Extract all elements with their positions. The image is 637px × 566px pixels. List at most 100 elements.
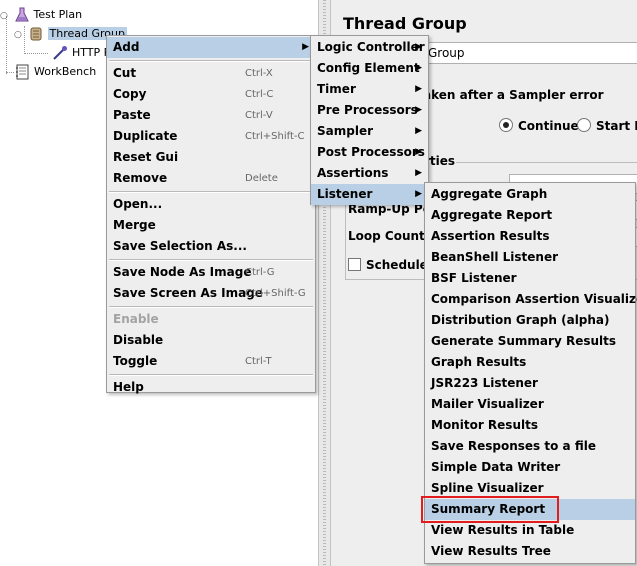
scheduler-checkbox[interactable]: Scheduler <box>348 258 434 272</box>
menu-item-paste[interactable]: Paste Ctrl-V <box>107 105 315 126</box>
menu-item-label: Add <box>113 40 140 54</box>
menu-item-shortcut: Ctrl-V <box>245 110 273 121</box>
menu-item-assertion-results[interactable]: Assertion Results <box>425 226 635 247</box>
tree-node-http-request[interactable]: HTTP R <box>52 44 111 62</box>
menu-item-shortcut: Ctrl+Shift-G <box>245 288 306 299</box>
menu-item-remove[interactable]: Remove Delete <box>107 168 315 189</box>
menu-item-label: Comparison Assertion Visualizer <box>431 292 637 306</box>
menu-item-label: Listener <box>317 187 373 201</box>
menu-item-label: Post Processors <box>317 145 425 159</box>
menu-item-label: Simple Data Writer <box>431 460 561 474</box>
menu-item-logic-controller[interactable]: Logic Controller ▶ <box>311 37 428 58</box>
menu-item-view-results-in-table[interactable]: View Results in Table <box>425 520 635 541</box>
menu-item-view-results-tree[interactable]: View Results Tree <box>425 541 635 562</box>
menu-item-disable[interactable]: Disable <box>107 330 315 351</box>
menu-separator <box>109 191 313 193</box>
menu-item-label: Disable <box>113 333 164 347</box>
menu-item-distribution-graph-alpha[interactable]: Distribution Graph (alpha) <box>425 310 635 331</box>
loop-count-label: Loop Count: <box>348 229 430 243</box>
menu-item-shortcut: Ctrl+Shift-C <box>245 131 305 142</box>
radio-continue[interactable]: Continue <box>499 118 579 133</box>
menu-item-label: Assertion Results <box>431 229 550 243</box>
menu-item-label: Spline Visualizer <box>431 481 544 495</box>
menu-item-aggregate-report[interactable]: Aggregate Report <box>425 205 635 226</box>
menu-item-label: Graph Results <box>431 355 527 369</box>
menu-item-label: Logic Controller <box>317 40 425 54</box>
menu-item-label: Duplicate <box>113 129 178 143</box>
menu-item-label: Reset Gui <box>113 150 179 164</box>
menu-item-aggregate-graph[interactable]: Aggregate Graph <box>425 184 635 205</box>
menu-item-mailer-visualizer[interactable]: Mailer Visualizer <box>425 394 635 415</box>
menu-item-simple-data-writer[interactable]: Simple Data Writer <box>425 457 635 478</box>
menu-item-reset-gui[interactable]: Reset Gui <box>107 147 315 168</box>
menu-item-label: Help <box>113 380 144 394</box>
menu-item-shortcut: Ctrl-T <box>245 356 272 367</box>
radio-unselected-icon[interactable] <box>577 118 591 132</box>
menu-item-save-selection-as[interactable]: Save Selection As... <box>107 236 315 257</box>
menu-item-merge[interactable]: Merge <box>107 215 315 236</box>
menu-item-enable: Enable <box>107 309 315 330</box>
checkbox-icon[interactable] <box>348 258 361 271</box>
menu-item-label: JSR223 Listener <box>431 376 538 390</box>
listener-submenu: Aggregate Graph Aggregate Report Assertion… <box>421 182 637 564</box>
menu-item-generate-summary-results[interactable]: Generate Summary Results <box>425 331 635 352</box>
menu-item-label: Mailer Visualizer <box>431 397 544 411</box>
menu-item-label: Merge <box>113 218 156 232</box>
radio-continue-label: Continue <box>518 119 579 133</box>
submenu-arrow-icon: ▶ <box>415 42 422 52</box>
menu-item-help[interactable]: Help <box>107 377 315 398</box>
menu-item-monitor-results[interactable]: Monitor Results <box>425 415 635 436</box>
menu-item-sampler[interactable]: Sampler ▶ <box>311 121 428 142</box>
page-title: Thread Group <box>343 14 467 33</box>
menu-item-pre-processors[interactable]: Pre Processors ▶ <box>311 100 428 121</box>
menu-item-open[interactable]: Open... <box>107 194 315 215</box>
sampler-error-label: aken after a Sampler error <box>423 88 604 102</box>
tree-node-workbench[interactable]: WorkBench <box>14 63 96 81</box>
menu-item-label: Aggregate Report <box>431 208 553 222</box>
menu-item-graph-results[interactable]: Graph Results <box>425 352 635 373</box>
menu-item-label: View Results Tree <box>431 544 551 558</box>
submenu-arrow-icon: ▶ <box>415 84 422 94</box>
menu-item-duplicate[interactable]: Duplicate Ctrl+Shift-C <box>107 126 315 147</box>
menu-separator <box>109 259 313 261</box>
menu-item-label: Config Element <box>317 61 420 75</box>
menu-item-label: View Results in Table <box>431 523 575 537</box>
menu-item-label: Pre Processors <box>317 103 418 117</box>
menu-item-save-node-as-image[interactable]: Save Node As Image Ctrl-G <box>107 262 315 283</box>
submenu-arrow-icon: ▶ <box>415 105 422 115</box>
radio-selected-icon[interactable] <box>499 118 513 132</box>
radio-start-next[interactable]: Start Ne <box>577 118 637 133</box>
menu-item-label: Paste <box>113 108 151 122</box>
menu-item-comparison-assertion-visualizer[interactable]: Comparison Assertion Visualizer <box>425 289 637 310</box>
menu-item-add[interactable]: Add ▶ <box>107 37 315 58</box>
submenu-arrow-icon: ▶ <box>415 63 422 73</box>
menu-item-label: Cut <box>113 66 137 80</box>
menu-item-cut[interactable]: Cut Ctrl-X <box>107 63 315 84</box>
menu-item-label: BSF Listener <box>431 271 517 285</box>
tree-node-test-plan[interactable]: ○ Test Plan <box>0 6 82 24</box>
context-menu: Add ▶ Cut Ctrl-X Copy Ctrl-C Paste Ctrl-V Duplic… <box>106 35 316 394</box>
menu-item-beanshell-listener[interactable]: BeanShell Listener <box>425 247 635 268</box>
menu-item-shortcut: Ctrl-G <box>245 267 275 278</box>
annotation-highlight-box <box>421 496 559 523</box>
tree-connector <box>24 53 48 54</box>
menu-item-config-element[interactable]: Config Element ▶ <box>311 58 428 79</box>
submenu-arrow-icon: ▶ <box>415 189 422 199</box>
name-field[interactable]: Group <box>423 42 637 64</box>
menu-item-bsf-listener[interactable]: BSF Listener <box>425 268 635 289</box>
menu-item-jsr223-listener[interactable]: JSR223 Listener <box>425 373 635 394</box>
menu-item-assertions[interactable]: Assertions ▶ <box>311 163 428 184</box>
menu-item-toggle[interactable]: Toggle Ctrl-T <box>107 351 315 372</box>
pipette-icon <box>52 45 68 61</box>
menu-item-post-processors[interactable]: Post Processors ▶ <box>311 142 428 163</box>
expand-toggle-icon[interactable]: ○ <box>14 26 24 44</box>
menu-item-copy[interactable]: Copy Ctrl-C <box>107 84 315 105</box>
menu-separator <box>109 374 313 376</box>
menu-item-label: Copy <box>113 87 147 101</box>
menu-item-save-screen-as-image[interactable]: Save Screen As Image Ctrl+Shift-G <box>107 283 315 304</box>
menu-item-save-responses-to-a-file[interactable]: Save Responses to a file <box>425 436 635 457</box>
menu-item-label: Remove <box>113 171 168 185</box>
expand-toggle-icon[interactable]: ○ <box>0 7 10 25</box>
menu-item-listener[interactable]: Listener ▶ <box>311 184 428 205</box>
menu-item-timer[interactable]: Timer ▶ <box>311 79 428 100</box>
